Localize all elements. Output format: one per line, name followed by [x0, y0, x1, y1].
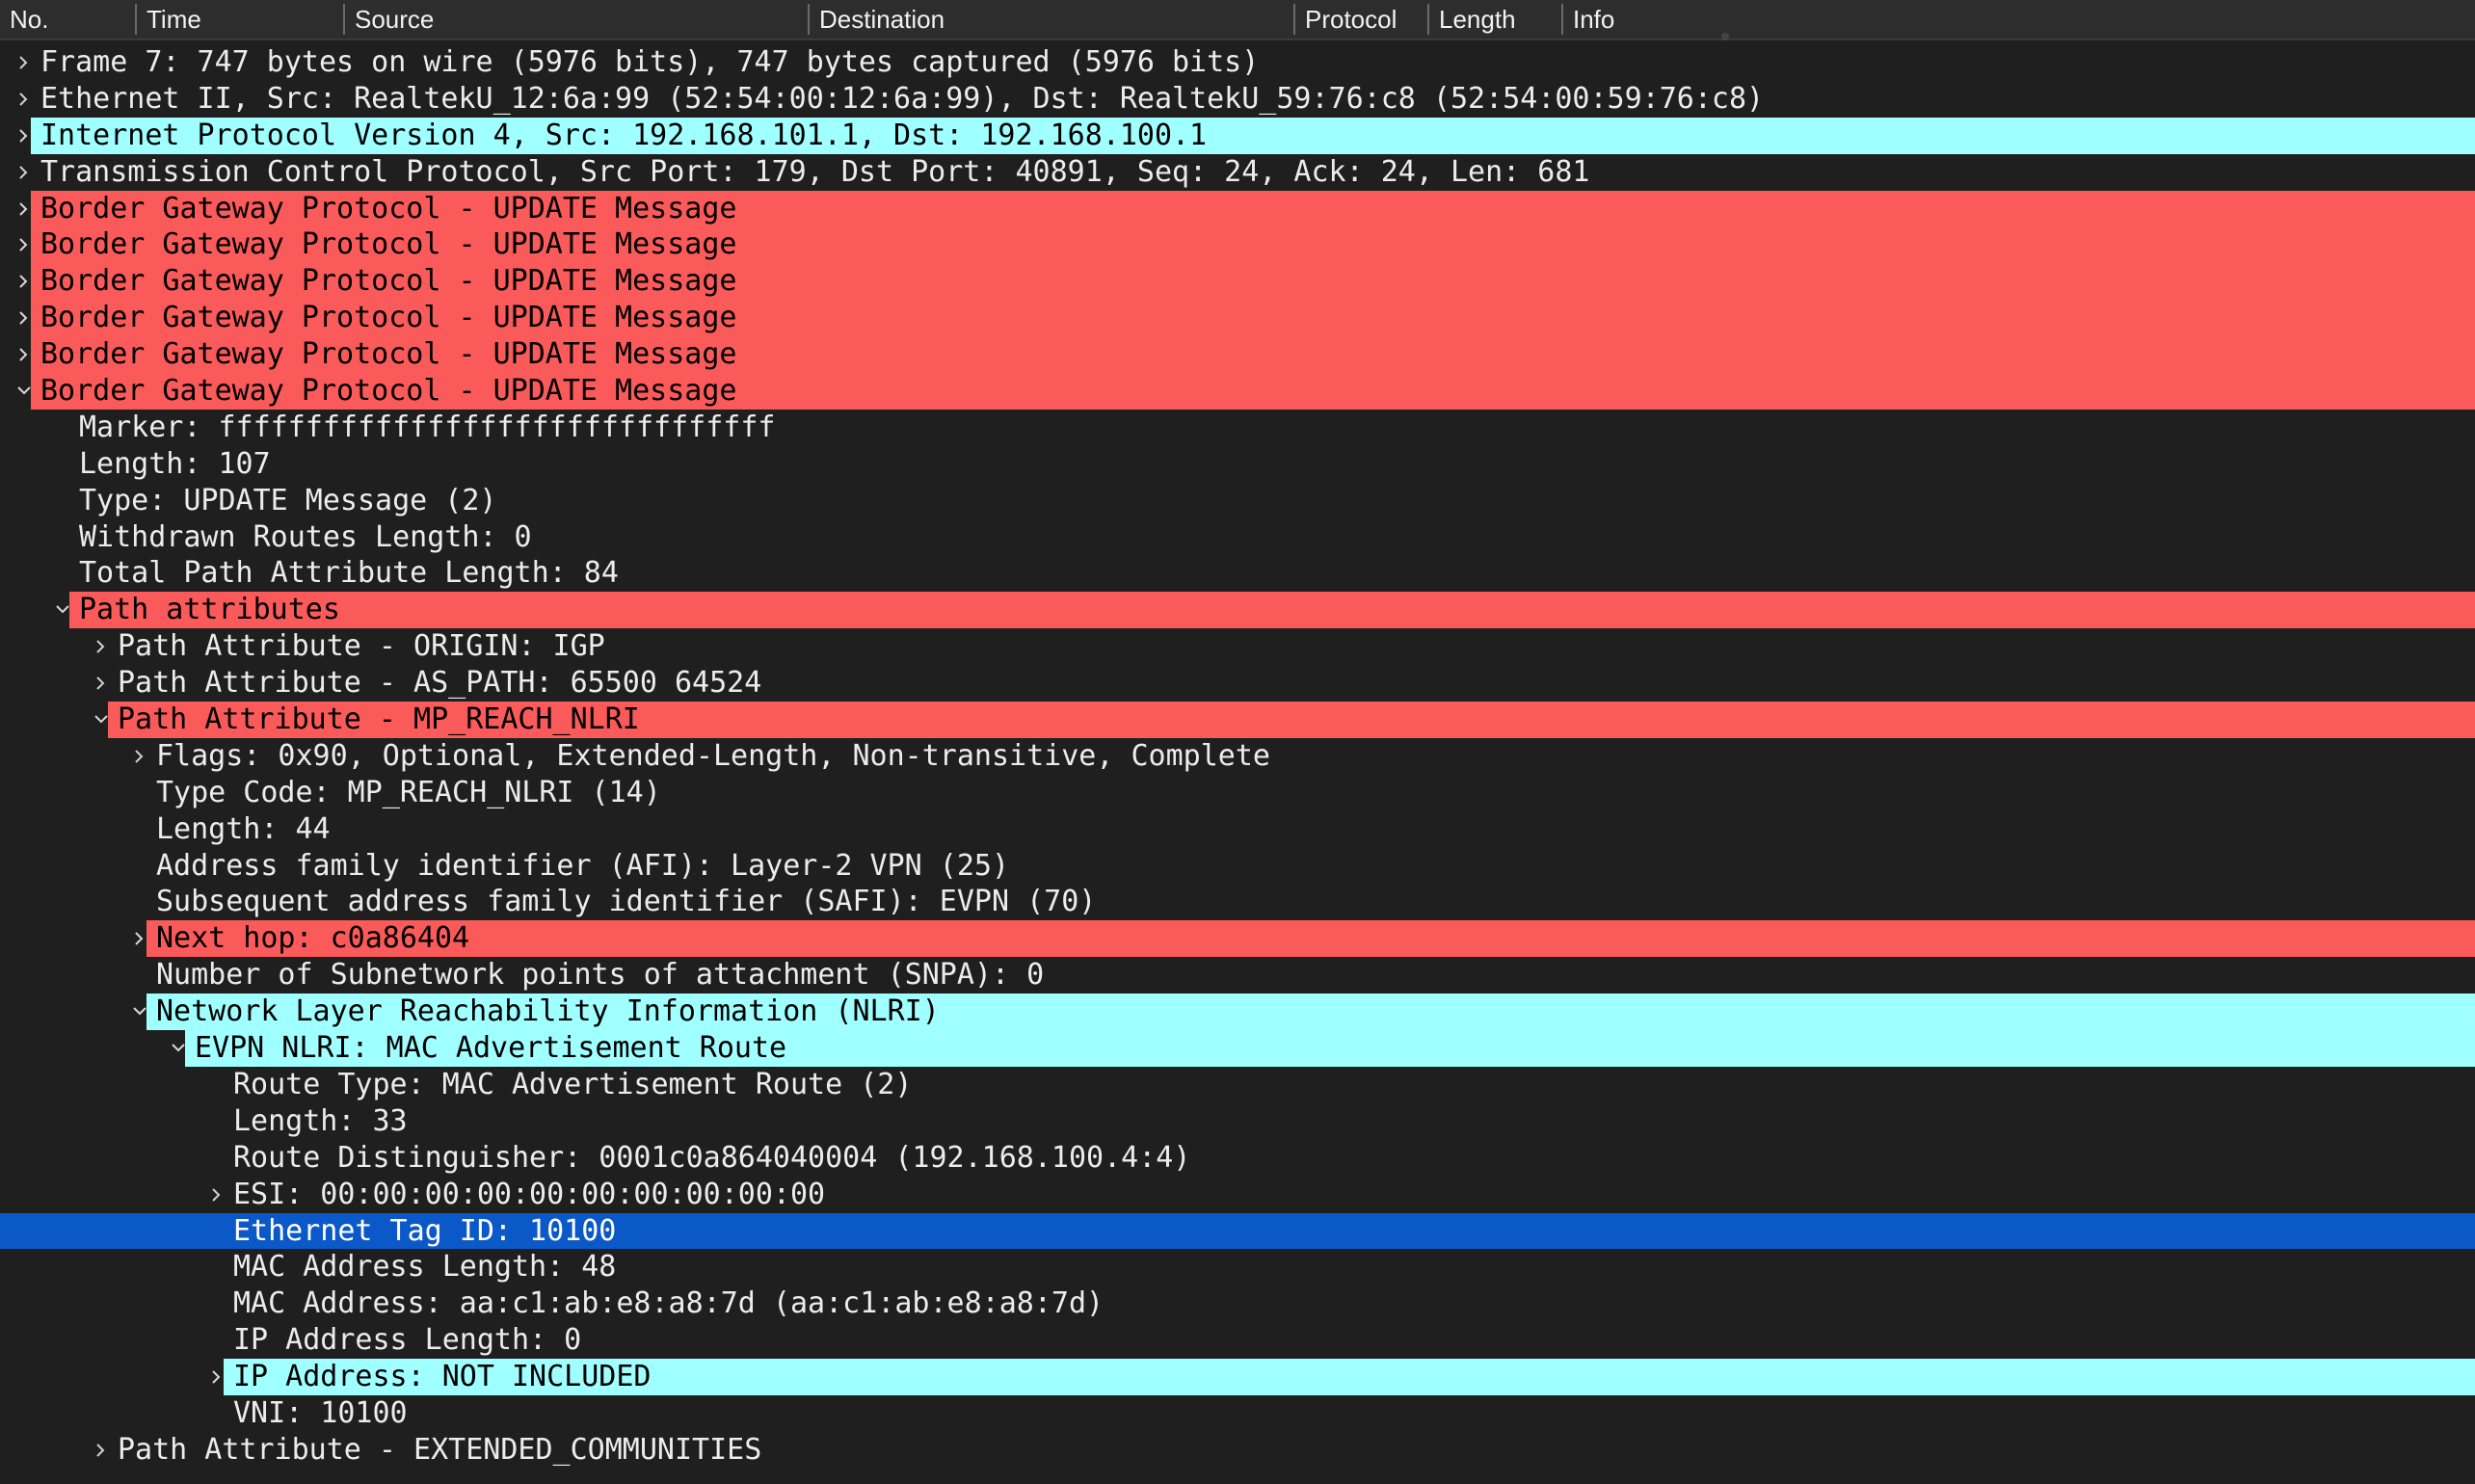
tree-row-label: Network Layer Reachability Information (… — [146, 994, 2475, 1031]
tree-row[interactable]: Path Attribute - ORIGIN: IGP — [0, 628, 2475, 665]
column-header-no[interactable]: No. — [0, 4, 48, 35]
tree-row-label: Path attributes — [69, 592, 2475, 629]
tree-row[interactable]: Flags: 0x90, Optional, Extended-Length, … — [0, 738, 2475, 775]
tree-row-label: Route Distinguisher: 0001c0a864040004 (1… — [233, 1140, 1191, 1175]
tree-row[interactable]: Border Gateway Protocol - UPDATE Message — [0, 226, 2475, 264]
tree-row-label: Number of Subnetwork points of attachmen… — [156, 958, 1045, 993]
tree-row[interactable]: Length: 107 — [0, 446, 2475, 483]
tree-row-label: Border Gateway Protocol - UPDATE Message — [31, 263, 2475, 301]
column-header-time[interactable]: Time — [135, 4, 201, 35]
tree-row[interactable]: Path Attribute - MP_REACH_NLRI — [0, 702, 2475, 738]
tree-row-label: MAC Address Length: 48 — [233, 1250, 617, 1285]
tree-row[interactable]: Frame 7: 747 bytes on wire (5976 bits), … — [0, 44, 2475, 81]
packet-list-header: No. Time Source Destination Protocol Len… — [0, 0, 2475, 40]
tree-row[interactable]: Ethernet II, Src: RealtekU_12:6a:99 (52:… — [0, 81, 2475, 118]
tree-row[interactable]: Network Layer Reachability Information (… — [0, 994, 2475, 1031]
tree-row-label: ESI: 00:00:00:00:00:00:00:00:00:00 — [233, 1177, 826, 1211]
tree-row-label: Total Path Attribute Length: 84 — [79, 556, 619, 591]
tree-row-label: Transmission Control Protocol, Src Port:… — [40, 154, 1590, 189]
tree-row-label: Path Attribute - EXTENDED_COMMUNITIES — [118, 1432, 762, 1467]
tree-row[interactable]: Path Attribute - EXTENDED_COMMUNITIES — [0, 1432, 2475, 1469]
tree-row[interactable]: Path Attribute - AS_PATH: 65500 64524 — [0, 665, 2475, 702]
tree-row-label: Length: 44 — [156, 811, 331, 846]
column-header-source[interactable]: Source — [343, 4, 434, 35]
tree-row[interactable]: Number of Subnetwork points of attachmen… — [0, 957, 2475, 994]
column-header-protocol[interactable]: Protocol — [1293, 4, 1397, 35]
tree-row[interactable]: Border Gateway Protocol - UPDATE Message — [0, 336, 2475, 374]
tree-row[interactable]: Border Gateway Protocol - UPDATE Message — [0, 373, 2475, 410]
tree-row-label: IP Address Length: 0 — [233, 1323, 582, 1358]
tree-row[interactable]: Type: UPDATE Message (2) — [0, 483, 2475, 519]
tree-row-label: IP Address: NOT INCLUDED — [224, 1359, 2475, 1395]
tree-row[interactable]: Ethernet Tag ID: 10100 — [0, 1212, 2475, 1250]
tree-row-label: Path Attribute - AS_PATH: 65500 64524 — [118, 666, 762, 701]
column-header-info[interactable]: Info — [1561, 4, 1614, 35]
tree-row-label: Border Gateway Protocol - UPDATE Message — [31, 373, 2475, 410]
tree-row-label: Border Gateway Protocol - UPDATE Message — [31, 226, 2475, 264]
tree-row[interactable]: Route Type: MAC Advertisement Route (2) — [0, 1067, 2475, 1103]
tree-row[interactable]: MAC Address: aa:c1:ab:e8:a8:7d (aa:c1:ab… — [0, 1285, 2475, 1322]
tree-row[interactable]: Route Distinguisher: 0001c0a864040004 (1… — [0, 1140, 2475, 1177]
tree-row-label: Length: 107 — [79, 446, 271, 481]
tree-row[interactable]: VNI: 10100 — [0, 1395, 2475, 1432]
tree-row[interactable]: Transmission Control Protocol, Src Port:… — [0, 154, 2475, 191]
tree-row-label: Address family identifier (AFI): Layer-2… — [156, 848, 1010, 883]
tree-row-label: Ethernet Tag ID: 10100 — [233, 1213, 617, 1248]
tree-row[interactable]: IP Address: NOT INCLUDED — [0, 1359, 2475, 1395]
column-resize-handle[interactable] — [1721, 33, 1729, 40]
tree-row[interactable]: Address family identifier (AFI): Layer-2… — [0, 848, 2475, 885]
tree-row[interactable]: Border Gateway Protocol - UPDATE Message — [0, 190, 2475, 227]
tree-row[interactable]: Internet Protocol Version 4, Src: 192.16… — [0, 117, 2475, 154]
tree-row[interactable]: MAC Address Length: 48 — [0, 1249, 2475, 1285]
tree-row[interactable]: Border Gateway Protocol - UPDATE Message — [0, 263, 2475, 301]
tree-row[interactable]: IP Address Length: 0 — [0, 1322, 2475, 1359]
tree-row-label: Flags: 0x90, Optional, Extended-Length, … — [156, 738, 1270, 773]
tree-row-label: Border Gateway Protocol - UPDATE Message — [31, 190, 2475, 227]
tree-row-label: Length: 33 — [233, 1103, 408, 1138]
tree-row-label: Route Type: MAC Advertisement Route (2) — [233, 1067, 913, 1101]
tree-row-label: Withdrawn Routes Length: 0 — [79, 519, 532, 554]
tree-row-label: Path Attribute - MP_REACH_NLRI — [108, 702, 2475, 738]
tree-row[interactable]: Type Code: MP_REACH_NLRI (14) — [0, 775, 2475, 811]
tree-row[interactable]: Length: 44 — [0, 811, 2475, 848]
column-header-destination[interactable]: Destination — [808, 4, 945, 35]
tree-row-label: Subsequent address family identifier (SA… — [156, 885, 1097, 919]
tree-row-label: Type Code: MP_REACH_NLRI (14) — [156, 775, 661, 809]
tree-row-label: Border Gateway Protocol - UPDATE Message — [31, 300, 2475, 337]
tree-row-label: MAC Address: aa:c1:ab:e8:a8:7d (aa:c1:ab… — [233, 1286, 1104, 1321]
tree-row[interactable]: Marker: ffffffffffffffffffffffffffffffff — [0, 410, 2475, 446]
tree-row-label: Type: UPDATE Message (2) — [79, 483, 497, 517]
tree-row[interactable]: Border Gateway Protocol - UPDATE Message — [0, 300, 2475, 337]
column-header-length[interactable]: Length — [1427, 4, 1516, 35]
tree-row[interactable]: Length: 33 — [0, 1103, 2475, 1140]
tree-row-label: Border Gateway Protocol - UPDATE Message — [31, 336, 2475, 374]
tree-row-label: VNI: 10100 — [233, 1395, 408, 1430]
tree-row[interactable]: EVPN NLRI: MAC Advertisement Route — [0, 1030, 2475, 1067]
tree-row-label: Ethernet II, Src: RealtekU_12:6a:99 (52:… — [40, 81, 1765, 116]
tree-row-label: Internet Protocol Version 4, Src: 192.16… — [31, 117, 2475, 154]
tree-row-label: EVPN NLRI: MAC Advertisement Route — [185, 1030, 2475, 1067]
tree-row-label: Frame 7: 747 bytes on wire (5976 bits), … — [40, 45, 1260, 79]
tree-row[interactable]: Path attributes — [0, 592, 2475, 629]
tree-row-label: Next hop: c0a86404 — [146, 920, 2475, 958]
tree-row-label: Path Attribute - ORIGIN: IGP — [118, 629, 605, 664]
packet-details-tree: Frame 7: 747 bytes on wire (5976 bits), … — [0, 44, 2475, 1469]
tree-row[interactable]: Subsequent address family identifier (SA… — [0, 884, 2475, 920]
tree-row[interactable]: Withdrawn Routes Length: 0 — [0, 519, 2475, 556]
tree-row-label: Marker: ffffffffffffffffffffffffffffffff — [79, 410, 776, 444]
tree-row[interactable]: Total Path Attribute Length: 84 — [0, 555, 2475, 592]
tree-row[interactable]: Next hop: c0a86404 — [0, 920, 2475, 958]
tree-row[interactable]: ESI: 00:00:00:00:00:00:00:00:00:00 — [0, 1177, 2475, 1213]
